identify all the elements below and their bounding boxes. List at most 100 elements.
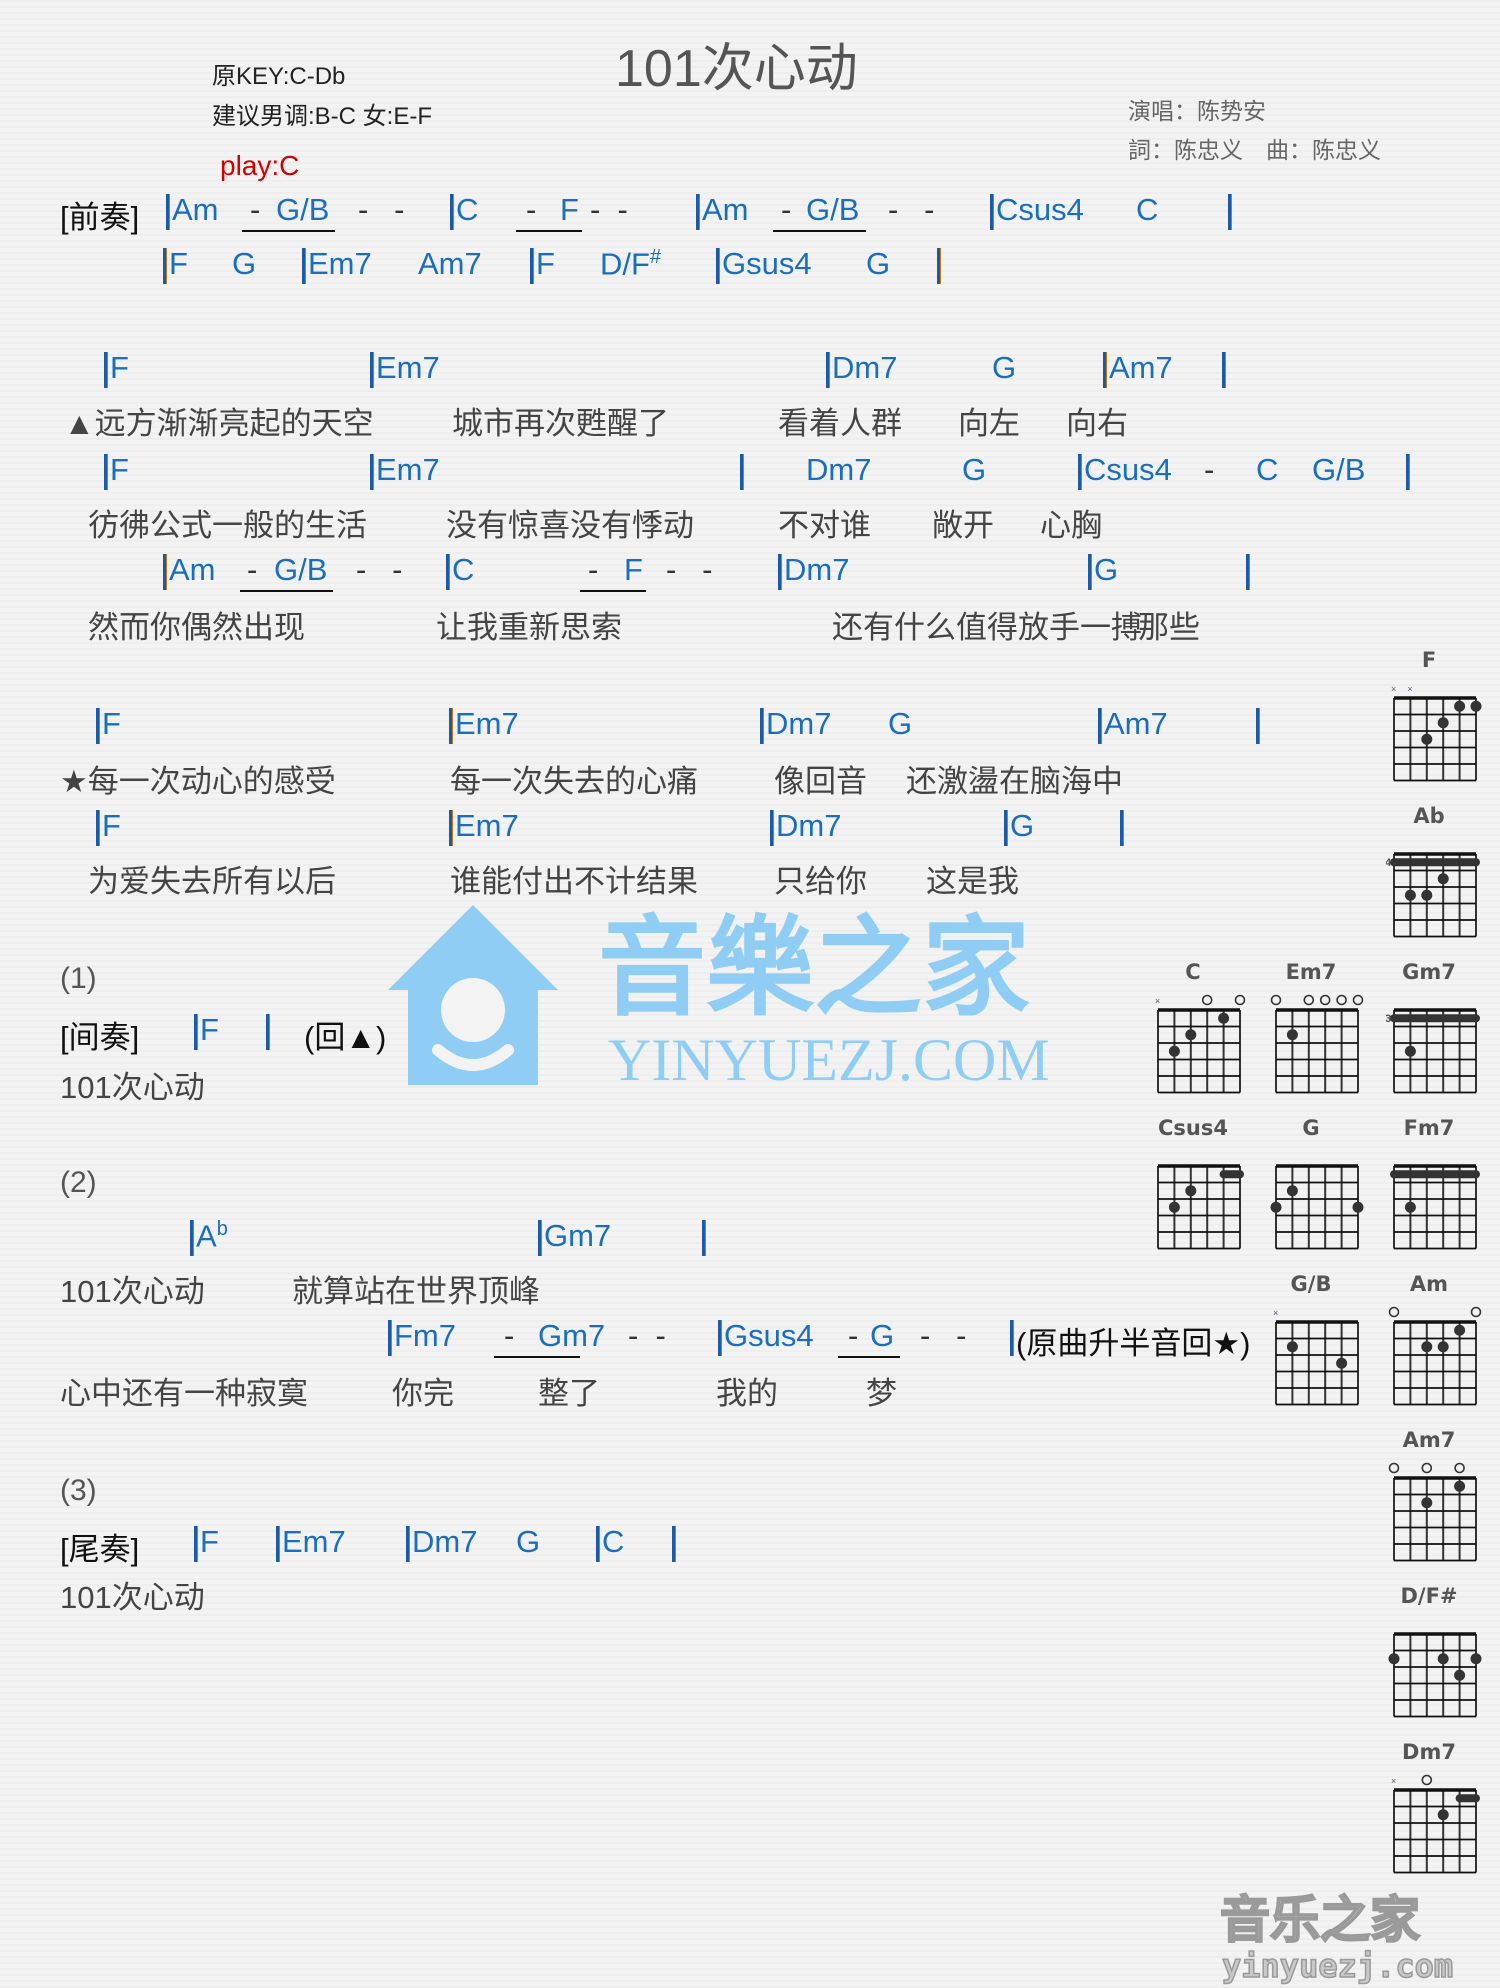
bar-line [538,1220,542,1256]
beat-underline [240,590,333,592]
bar-line [450,194,454,230]
play-key: play:C [220,150,300,181]
chord: G/B [806,192,860,227]
bar-line [740,454,744,490]
open-string-icon [1336,994,1347,1006]
bar-line [1256,708,1260,744]
finger-dot [1470,1653,1482,1665]
bar-line [760,708,764,744]
chord: Am7 [1104,706,1168,741]
bar-line [1078,454,1082,490]
dash: - - [356,552,403,587]
intro-label: [前奏] [60,200,140,235]
lyric: 101次心动 [60,1070,205,1105]
finger-dot [1286,1029,1298,1041]
bar-line [1098,708,1102,744]
chord: Em7 [308,246,372,281]
chord: C [452,552,475,587]
verse-chords-1: F Em7 Dm7 G Am7 [0,350,1400,390]
chord: Em7 [282,1524,346,1559]
chord: F [110,350,129,385]
bar-line [449,708,453,744]
finger-dot [1270,1201,1282,1213]
open-string-icon [1388,1462,1400,1474]
chord: F [536,246,555,281]
bar-line [1246,554,1250,590]
chord: Am7 [1109,350,1173,385]
chord: G/B [276,192,330,227]
fretboard-grid: 4 [1386,852,1480,938]
chord: F [110,452,129,487]
bar-line [937,248,941,284]
chord: G [232,246,257,281]
lyric: 没有惊喜没有悸动 [446,508,694,543]
chord: Gm7 [544,1218,612,1253]
credits: 詞：陈忠义 曲：陈忠义 [1128,137,1381,163]
muted-string-icon: × [1273,1308,1278,1318]
bar-line [596,1526,600,1562]
chord: F [102,706,121,741]
watermark-url: YINYUEZJ.COM [608,1027,1050,1093]
lyric: 让我重新思索 [436,610,622,645]
bar-line [446,554,450,590]
chorus-chords-1: F Em7 Dm7 G Am7 [0,706,1300,746]
open-string-icon [1270,994,1282,1006]
watermark-brand: 音樂之家 [598,906,1030,1031]
beat-underline [838,1356,900,1358]
chord-diagram-name: Dm7 [1402,1740,1456,1764]
key-change-note: (原曲升半音回★) [1016,1326,1251,1361]
bar-line [1120,810,1124,846]
fretboard-grid [1388,1462,1477,1562]
fretboard-grid [1390,1164,1480,1250]
dash: - - [358,192,405,227]
bar-line [370,352,374,388]
finger-dot [1454,1480,1466,1492]
bar-line [449,810,453,846]
lyric: 还激盪在脑海中 [906,764,1123,799]
bar-line [406,1526,410,1562]
open-string-icon [1201,994,1213,1006]
barre-marker [1390,1170,1480,1179]
dash: - - [888,192,935,227]
bar-line [302,248,306,284]
chord-diagram-name: G [1302,1116,1320,1140]
lyric: 像回音 [774,764,867,799]
dash: - - [920,1318,967,1353]
open-string-icon [1352,994,1364,1006]
verse-chords-3: Am - G/B - - C - F - - Dm7 G [0,552,1400,592]
chord: Dm7 [806,452,872,487]
muted-string-icon: × [1155,996,1160,1006]
open-string-icon [1421,1774,1433,1786]
finger-dot [1437,1653,1449,1665]
beat-underline [516,230,582,232]
watermark-logo: 音樂之家 YINYUEZJ.COM [388,905,1050,1093]
chord: F [560,192,579,227]
fretboard-grid [1157,1164,1244,1250]
fretboard-grid: 3 [1386,1008,1480,1094]
chord: Am [169,552,216,587]
chord: G [866,246,891,281]
lyric: 101次心动 [60,1274,205,1309]
chord-diagram-name: Gm7 [1402,960,1456,984]
lyric: 你完 [392,1376,454,1411]
lyric: 敞开 [932,508,994,543]
fretboard-grid: × [1391,1774,1480,1874]
chord-diagram-name: Ab [1413,804,1445,828]
chord: D/F# [600,246,661,282]
muted-string-icon: × [1391,684,1396,694]
part-number: (1) [60,962,97,995]
lyric: 向左 [958,406,1020,441]
chord-diagram-name: Fm7 [1403,1116,1455,1140]
finger-dot [1437,717,1449,729]
chord-diagram-name: C [1185,960,1201,984]
barre-marker [1390,1014,1480,1023]
finger-dot [1437,1809,1449,1821]
chord: Csus4 [996,192,1084,227]
original-key: 原KEY:C-Db [212,63,346,90]
barre-marker [1390,858,1480,867]
chord: F [200,1012,219,1047]
chord-diagram-name: Am7 [1402,1428,1456,1452]
dash: - [504,1318,515,1353]
chord: G [1094,552,1119,587]
bar-line [770,810,774,846]
